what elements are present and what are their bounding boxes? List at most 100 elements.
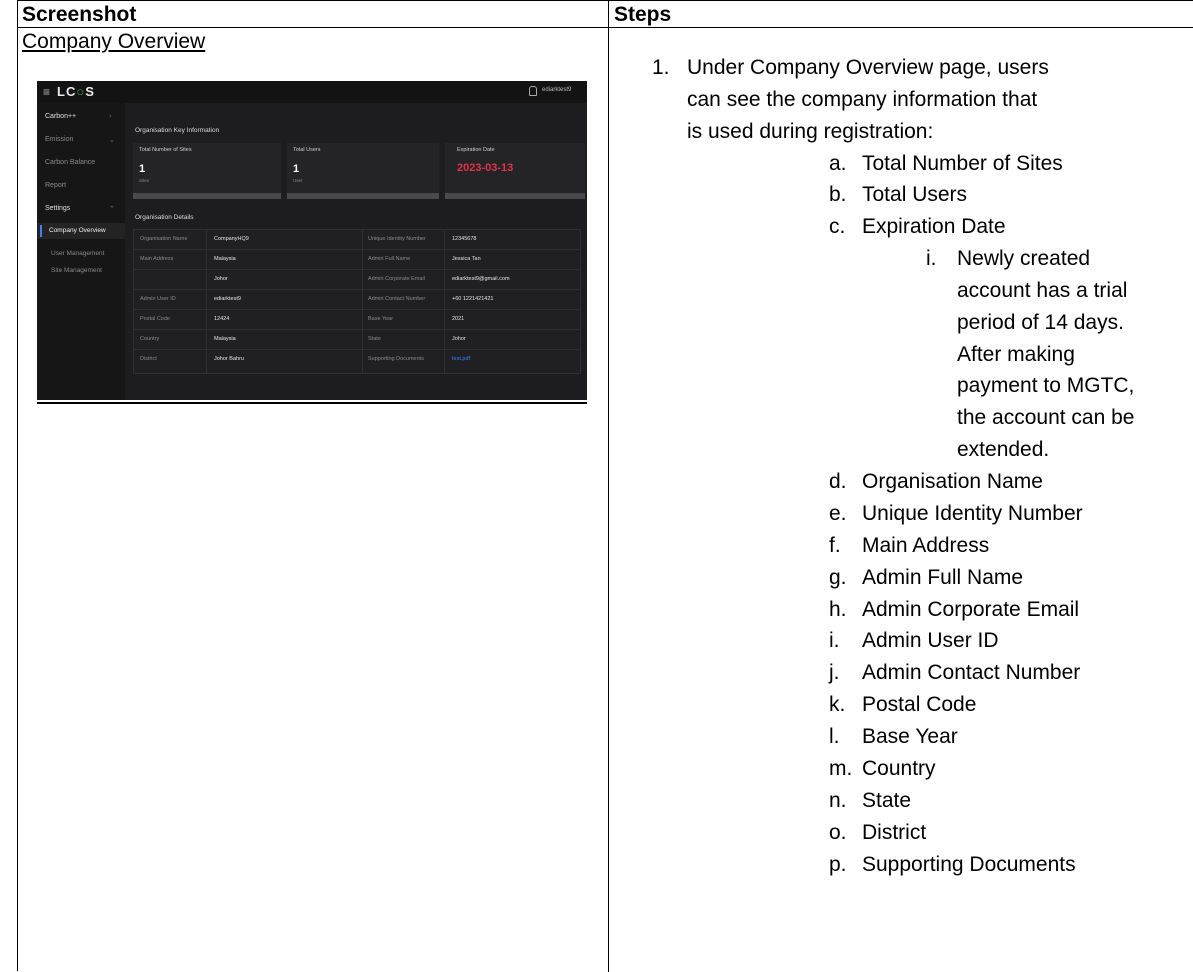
card-label: Expiration Date <box>457 147 495 153</box>
detail-value: CompanyHQ9 <box>214 236 249 242</box>
detail-label: Unique Identity Number <box>368 236 426 242</box>
active-indicator <box>40 225 42 237</box>
sub-list-line: Newly created <box>957 247 1091 270</box>
detail-label: Country <box>140 336 160 342</box>
step-text-line: Under Company Overview page, users <box>687 56 1049 79</box>
sidebar-item-settings: Settings <box>45 205 71 212</box>
app-sidebar: Carbon++ › Emission ⌄ Carbon Balance Rep… <box>37 103 125 400</box>
supporting-document-link[interactable]: test.pdf <box>452 356 470 362</box>
header-rule <box>18 27 1193 28</box>
section-title: Company Overview <box>22 30 206 53</box>
expiration-date-value: 2023-03-13 <box>457 162 514 174</box>
list-marker: e. <box>829 502 847 525</box>
list-marker: c. <box>829 215 846 238</box>
chevron-right-icon: › <box>109 113 112 120</box>
detail-value: Johor <box>214 276 228 282</box>
detail-value: Johor Bahru <box>214 356 244 362</box>
detail-label: Organisation Name <box>140 236 188 242</box>
sub-list-line: extended. <box>957 438 1050 461</box>
list-marker: h. <box>829 598 847 621</box>
list-item: Main Address <box>862 534 990 557</box>
table-row: Main Address Malaysia Admin Full Name Je… <box>134 250 580 270</box>
detail-value: Malaysia <box>214 256 236 262</box>
list-item: Country <box>862 757 936 780</box>
sub-list-line: account has a trial <box>957 279 1128 302</box>
step-number: 1. <box>652 56 670 79</box>
card-value: 1 <box>293 163 300 175</box>
sub-list-line: After making <box>957 343 1075 366</box>
sub-list-marker: i. <box>926 247 937 270</box>
detail-label: District <box>140 356 157 362</box>
list-marker: b. <box>829 183 847 206</box>
sub-list-line: the account can be <box>957 406 1135 429</box>
list-item: District <box>862 821 927 844</box>
list-marker: n. <box>829 789 847 812</box>
list-marker: k. <box>829 693 846 716</box>
sidebar-item-carbon-balance: Carbon Balance <box>45 159 96 166</box>
table-row: Postal Code 12424 Base Year 2021 <box>134 310 580 330</box>
list-marker: a. <box>829 152 847 175</box>
sidebar-item-label: Company Overview <box>49 227 106 234</box>
table-row: Country Malaysia State Johor <box>134 330 580 350</box>
user-menu: ediarktest9 <box>542 87 572 93</box>
list-item: State <box>862 789 912 812</box>
sidebar-item-user-management: User Management <box>51 250 105 257</box>
details-title: Organisation Details <box>135 214 194 221</box>
step-text-line: is used during registration: <box>687 120 934 143</box>
sidebar-item-company-overview: Company Overview <box>37 223 125 239</box>
chevron-down-icon: ⌄ <box>109 137 115 144</box>
detail-label: State <box>368 336 381 342</box>
card-label: Total Number of Sites <box>139 147 192 153</box>
list-marker: d. <box>829 470 847 493</box>
table-row: Admin User ID ediarktest9 Admin Contact … <box>134 290 580 310</box>
organisation-details-table: Organisation Name CompanyHQ9 Unique Iden… <box>133 229 581 374</box>
sidebar-item-carbon: Carbon++ <box>45 113 77 120</box>
list-item: Admin Corporate Email <box>862 598 1080 621</box>
list-marker: j. <box>829 661 840 684</box>
list-item: Expiration Date <box>862 215 1006 238</box>
detail-label: Base Year <box>368 316 394 322</box>
detail-value: 2021 <box>452 316 465 322</box>
app-topbar: ≡ LC○S ediarktest9 <box>37 81 587 103</box>
card-value: 1 <box>139 163 146 175</box>
list-item: Admin User ID <box>862 629 999 652</box>
list-marker: o. <box>829 821 847 844</box>
sidebar-item-site-management: Site Management <box>51 267 102 274</box>
app-logo: LC○S <box>57 84 95 99</box>
list-item: Admin Contact Number <box>862 661 1081 684</box>
list-marker: m. <box>829 757 853 780</box>
screenshot-bottom-border <box>37 402 587 404</box>
detail-label: Admin Contact Number <box>368 296 426 302</box>
chevron-up-icon: ⌃ <box>109 206 115 213</box>
detail-label: Postal Code <box>140 316 170 322</box>
detail-label: Supporting Documents <box>368 356 424 362</box>
list-item: Unique Identity Number <box>862 502 1083 525</box>
table-row: Organisation Name CompanyHQ9 Unique Iden… <box>134 230 580 250</box>
card-expiration-date: Expiration Date 2023-03-13 <box>445 143 585 199</box>
sidebar-item-report: Report <box>45 182 67 189</box>
table-row: District Johor Bahru Supporting Document… <box>134 350 580 369</box>
detail-value: ediarktest9 <box>214 296 241 302</box>
card-bar <box>445 193 585 199</box>
step-text-line: can see the company information that <box>687 88 1038 111</box>
list-marker: l. <box>829 725 840 748</box>
header-steps: Steps <box>614 3 672 26</box>
card-label: Total Users <box>293 147 321 153</box>
card-bar <box>287 193 439 199</box>
sidebar-item-emission: Emission <box>45 136 74 143</box>
list-item: Admin Full Name <box>862 566 1024 589</box>
detail-label: Admin Full Name <box>368 256 411 262</box>
sub-list-line: payment to MGTC, <box>957 374 1135 397</box>
key-info-title: Organisation Key Information <box>135 127 220 134</box>
card-unit: User <box>293 178 303 183</box>
sub-list-line: period of 14 days. <box>957 311 1124 334</box>
list-marker: p. <box>829 853 847 876</box>
company-overview-screenshot: ≡ LC○S ediarktest9 Carbon++ › Emission ⌄… <box>37 81 587 400</box>
table-row: Johor Admin Corporate Email ediarktest9@… <box>134 270 580 290</box>
detail-value: Jessica Tan <box>452 256 481 262</box>
header-screenshot: Screenshot <box>22 3 137 26</box>
detail-value: +60 1221421421 <box>452 296 494 302</box>
menu-icon: ≡ <box>43 85 51 99</box>
card-unit: Sites <box>139 178 150 183</box>
list-marker: i. <box>829 629 840 652</box>
